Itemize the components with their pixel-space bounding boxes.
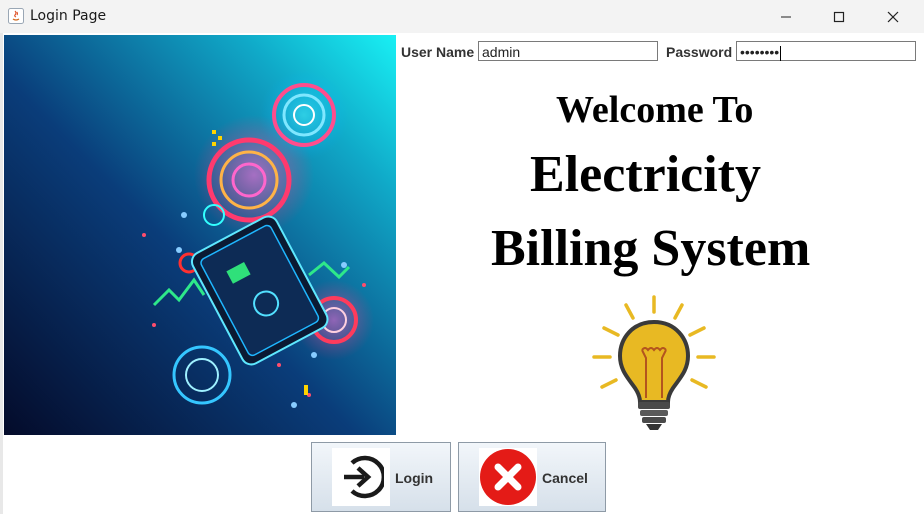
login-arrow-icon <box>344 455 384 499</box>
billing-system-heading: Billing System <box>491 220 811 277</box>
light-bulb-icon <box>588 292 720 434</box>
window-title: Login Page <box>30 8 107 24</box>
cancel-button[interactable]: Cancel <box>458 442 606 512</box>
username-input[interactable]: admin <box>478 41 658 61</box>
password-label: Password <box>666 44 733 60</box>
password-input[interactable]: •••••••• <box>736 41 916 61</box>
maximize-icon <box>833 11 845 22</box>
login-button[interactable]: Login <box>311 442 451 512</box>
java-app-icon <box>8 8 24 24</box>
username-value: admin <box>482 44 521 60</box>
close-icon <box>887 11 899 22</box>
minimize-icon <box>781 16 791 17</box>
password-value: •••••••• <box>740 44 780 60</box>
maximize-button[interactable] <box>812 0 866 33</box>
text-caret <box>780 45 782 61</box>
minimize-button[interactable] <box>759 0 813 33</box>
close-button[interactable] <box>866 0 920 33</box>
cancel-icon-container <box>479 448 537 506</box>
cancel-x-icon <box>480 449 536 505</box>
window-border <box>0 33 3 514</box>
cancel-button-label: Cancel <box>542 470 588 486</box>
welcome-heading: Welcome To <box>556 89 754 131</box>
smartphone-tech-illustration <box>4 35 396 435</box>
login-button-label: Login <box>395 470 434 486</box>
login-icon-container <box>332 448 390 506</box>
electricity-heading: Electricity <box>530 146 761 203</box>
username-label: User Name <box>401 44 475 60</box>
title-bar: Login Page <box>0 0 924 34</box>
